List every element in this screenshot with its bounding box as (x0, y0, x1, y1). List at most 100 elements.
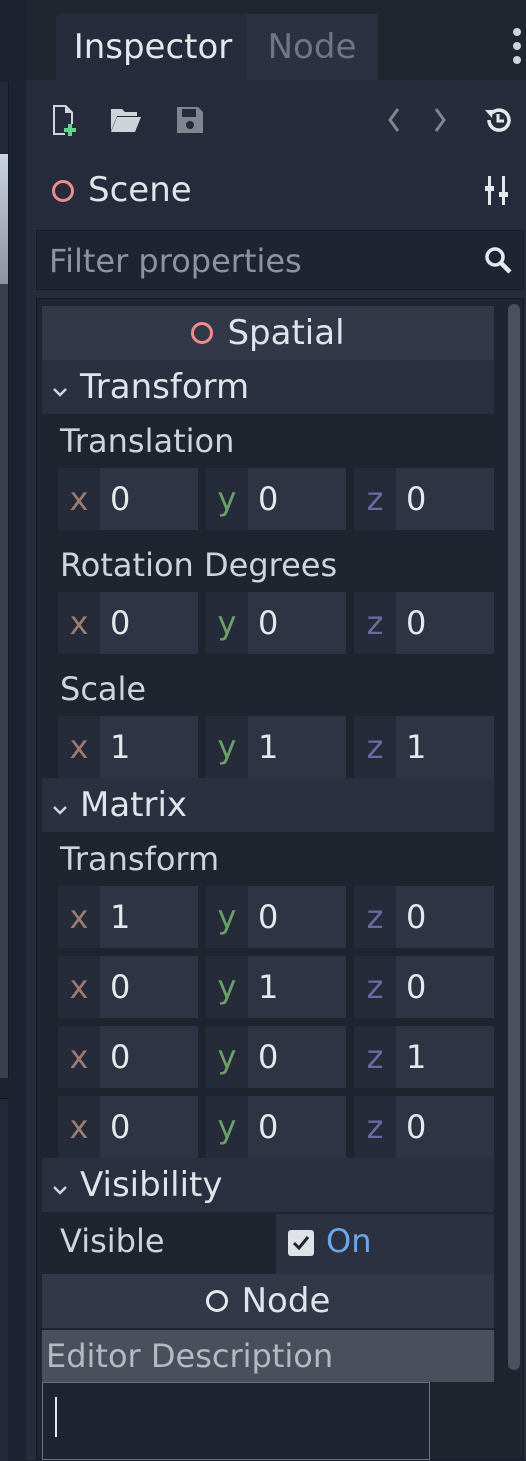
rotation-x-value: 0 (110, 604, 131, 642)
translation-label: Translation (60, 422, 235, 460)
visibility-section-header[interactable]: Visibility (42, 1158, 494, 1212)
matrix-basis-z-z-field[interactable]: z1 (354, 1026, 494, 1088)
translation-z-field[interactable]: z0 (354, 468, 494, 530)
translation-x-field[interactable]: x0 (58, 468, 198, 530)
scale-label: Scale (60, 670, 147, 708)
matrix-value: 0 (258, 1108, 279, 1146)
tab-node[interactable]: Node (246, 14, 378, 80)
matrix-section-label: Matrix (80, 785, 188, 825)
matrix-value: 0 (258, 1038, 279, 1076)
matrix-origin-z-field[interactable]: z0 (354, 1096, 494, 1158)
filter-properties-field[interactable] (36, 230, 524, 290)
visible-value: On (326, 1222, 372, 1260)
matrix-transform-label: Transform (60, 840, 220, 878)
filter-properties-input[interactable] (47, 239, 471, 283)
rotation-y-value: 0 (258, 604, 279, 642)
edited-object-label: Scene (88, 170, 192, 210)
dock-menu-icon[interactable] (510, 28, 524, 68)
history-forward-icon[interactable] (420, 100, 460, 140)
scale-y-field[interactable]: y1 (206, 716, 346, 778)
chevron-down-icon (52, 1165, 80, 1205)
viewport-edge[interactable] (0, 82, 9, 1078)
translation-y-value: 0 (258, 480, 279, 518)
axis-y-label: y (206, 1026, 248, 1088)
new-resource-icon[interactable] (44, 100, 84, 140)
checkmark-icon (288, 1230, 314, 1256)
edited-object-row[interactable]: Scene (26, 162, 526, 220)
editor-description-label-text: Editor Description (46, 1337, 334, 1375)
matrix-origin-x-field[interactable]: x0 (58, 1096, 198, 1158)
axis-x-label: x (58, 1096, 100, 1158)
matrix-origin-y-field[interactable]: y0 (206, 1096, 346, 1158)
spatial-class-title: Spatial (227, 313, 345, 353)
axis-z-label: z (354, 1026, 396, 1088)
rotation-z-field[interactable]: z0 (354, 592, 494, 654)
matrix-basis-y-y-field[interactable]: y1 (206, 956, 346, 1018)
property-list-scrollbar[interactable] (508, 304, 520, 1370)
matrix-row: x0 y0 z0 (58, 1096, 494, 1158)
matrix-section-header[interactable]: Matrix (42, 778, 494, 832)
matrix-basis-x-z-field[interactable]: z0 (354, 886, 494, 948)
visible-checkbox[interactable]: On (276, 1214, 494, 1274)
axis-y-label: y (206, 886, 248, 948)
translation-x-value: 0 (110, 480, 131, 518)
translation-vector: x0 y0 z0 (58, 468, 494, 530)
matrix-row: x0 y1 z0 (58, 956, 494, 1018)
matrix-value: 1 (406, 1038, 427, 1076)
object-history-icon[interactable] (478, 100, 518, 140)
object-properties-icon[interactable] (482, 174, 512, 208)
spatial-ring-icon (52, 180, 74, 202)
matrix-value: 0 (406, 898, 427, 936)
matrix-basis-z-y-field[interactable]: y0 (206, 1026, 346, 1088)
matrix-value: 0 (110, 1108, 131, 1146)
tab-node-label: Node (267, 27, 357, 67)
axis-z-label: z (354, 468, 396, 530)
scale-y-value: 1 (258, 728, 279, 766)
save-icon[interactable] (170, 100, 210, 140)
tab-inspector-label: Inspector (73, 27, 233, 67)
axis-x-label: x (58, 956, 100, 1018)
axis-z-label: z (354, 886, 396, 948)
matrix-basis-z-x-field[interactable]: x0 (58, 1026, 198, 1088)
spatial-class-header[interactable]: Spatial (42, 306, 494, 360)
visibility-section-label: Visibility (80, 1165, 223, 1205)
matrix-value: 0 (110, 1038, 131, 1076)
matrix-basis-x-y-field[interactable]: y0 (206, 886, 346, 948)
matrix-basis-y-x-field[interactable]: x0 (58, 956, 198, 1018)
node-class-title: Node (241, 1281, 331, 1321)
rotation-vector: x0 y0 z0 (58, 592, 494, 654)
text-caret (55, 1397, 57, 1437)
dock-tabbar: Inspector Node (26, 0, 526, 80)
history-back-icon[interactable] (374, 100, 414, 140)
editor-description-textarea[interactable] (42, 1382, 430, 1460)
matrix-basis-y-z-field[interactable]: z0 (354, 956, 494, 1018)
matrix-basis-x-x-field[interactable]: x1 (58, 886, 198, 948)
scale-x-field[interactable]: x1 (58, 716, 198, 778)
matrix-value: 1 (110, 898, 131, 936)
spatial-ring-icon (191, 322, 214, 344)
axis-y-label: y (206, 592, 248, 654)
node-ring-icon (205, 1290, 228, 1312)
editor-description-label: Editor Description (42, 1330, 494, 1382)
rotation-x-field[interactable]: x0 (58, 592, 198, 654)
scale-x-value: 1 (110, 728, 131, 766)
axis-x-label: x (58, 468, 100, 530)
axis-z-label: z (354, 716, 396, 778)
visible-label: Visible (60, 1222, 165, 1260)
axis-x-label: x (58, 886, 100, 948)
axis-x-label: x (58, 592, 100, 654)
node-class-header[interactable]: Node (42, 1274, 494, 1328)
translation-y-field[interactable]: y0 (206, 468, 346, 530)
axis-x-label: x (58, 1026, 100, 1088)
bottom-panel-edge (0, 1098, 8, 1461)
tab-inspector[interactable]: Inspector (56, 14, 250, 80)
scale-z-value: 1 (406, 728, 427, 766)
rotation-y-field[interactable]: y0 (206, 592, 346, 654)
open-folder-icon[interactable] (106, 100, 146, 140)
scale-z-field[interactable]: z1 (354, 716, 494, 778)
matrix-value: 0 (258, 898, 279, 936)
axis-y-label: y (206, 468, 248, 530)
scale-vector: x1 y1 z1 (58, 716, 494, 778)
axis-x-label: x (58, 716, 100, 778)
transform-section-header[interactable]: Transform (42, 360, 494, 414)
